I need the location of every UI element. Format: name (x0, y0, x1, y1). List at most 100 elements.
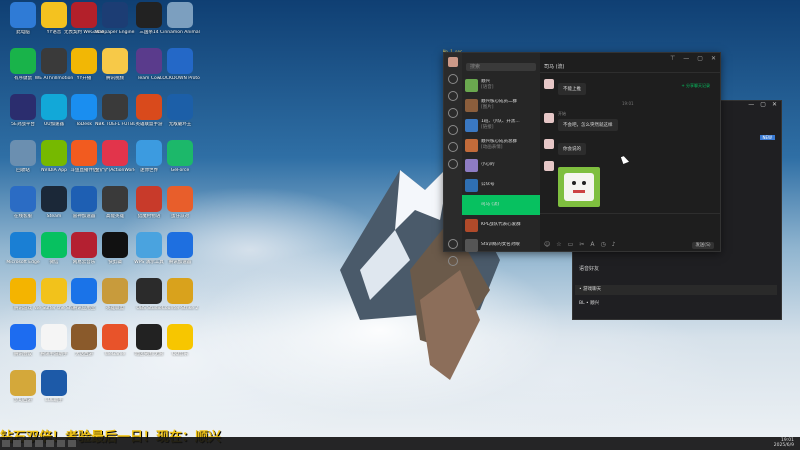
desktop-icon[interactable]: Counter-Strike 2 (160, 278, 200, 311)
app-icon (102, 186, 128, 212)
moments-icon[interactable] (448, 142, 458, 152)
system-clock[interactable]: 19:01 2025/6/9 (774, 438, 794, 448)
contact-text: 顺兴核心成员总群 [动画表情] (481, 139, 517, 151)
contact-avatar (465, 238, 478, 252)
minimize-icon[interactable]: — (748, 101, 754, 111)
minimize-icon[interactable]: — (683, 55, 689, 62)
sender-avatar[interactable] (544, 139, 554, 149)
contact-text: 顺兴 [语音] (481, 79, 494, 91)
app-icon (10, 278, 36, 304)
desktop-icon[interactable]: QQ音乐 (160, 324, 200, 357)
app-icon (102, 324, 128, 350)
desktop-icon[interactable]: 无敌破坏王 (160, 94, 200, 127)
desktop-icon[interactable]: Cinnamon Animals Together (160, 2, 200, 35)
pinned-app-icon[interactable] (57, 440, 65, 447)
favorite-icon[interactable]: ☆ (556, 241, 561, 248)
section-title: 语音好友 (579, 266, 600, 272)
sender-avatar[interactable] (544, 113, 554, 123)
sticker-image[interactable] (558, 167, 600, 207)
emoji-icon[interactable]: ☺ (544, 241, 550, 248)
contact-name: 司马 (流) (481, 202, 500, 207)
desktop-icon-label: 蛋仔派对 (171, 214, 189, 219)
desktop-icon-label: 腾讯加速器 (168, 260, 192, 265)
search-icon[interactable] (13, 440, 21, 447)
contact-list-item[interactable]: Sfa训练的女名对眼 (462, 235, 540, 255)
taskbar-apps (2, 440, 76, 447)
pinned-app-icon[interactable] (35, 440, 43, 447)
voice-icon[interactable]: ♪ (612, 241, 616, 248)
app-icon (136, 232, 162, 258)
clock-date: 2025/6/9 (773, 443, 794, 448)
desktop-icon-label: Cinnamon Animals Together (160, 30, 200, 35)
maximize-icon[interactable]: ▢ (760, 101, 766, 111)
pin-icon[interactable]: ⊤ (670, 55, 675, 62)
search-input[interactable]: 搜索 (466, 63, 536, 71)
app-icon (167, 278, 193, 304)
scissors-icon[interactable]: ✂ (579, 241, 584, 248)
app-icon (10, 186, 36, 212)
contact-avatar (465, 138, 478, 152)
favorites-icon[interactable] (448, 108, 458, 118)
start-icon[interactable] (2, 440, 10, 447)
desktop-icon[interactable]: 腾讯加速器 (160, 232, 200, 265)
conversation-pane: ⊤ — ▢ ✕ 司马 (流) + 分享聊天记录 19:01 不能上推 开始 不会… (540, 53, 720, 251)
app-icon (71, 324, 97, 350)
app-icon (136, 48, 162, 74)
phone-icon[interactable] (448, 239, 458, 249)
contact-list-item[interactable]: KPL战队代表心爱群 (462, 215, 540, 235)
share-record-link[interactable]: + 分享聊天记录 (681, 83, 710, 89)
app-icon (136, 278, 162, 304)
app-icon (167, 232, 193, 258)
panel-item[interactable]: BL • 顺兴 (579, 298, 759, 310)
contact-avatar (465, 118, 478, 132)
pinned-app-icon[interactable] (68, 440, 76, 447)
menu-icon[interactable] (448, 256, 458, 266)
panel-title[interactable]: • 游戏聊天 (575, 285, 777, 295)
sender-avatar[interactable] (544, 79, 554, 89)
app-icon (10, 232, 36, 258)
chat-history-icon[interactable]: ◷ (600, 241, 605, 248)
desktop-icon[interactable]: LOL助手 (34, 370, 74, 403)
taskbar: 19:01 2025/6/9 (0, 437, 800, 450)
contact-list-item[interactable]: 司马 (流) (462, 195, 540, 215)
app-icon (102, 2, 128, 28)
chat-icon[interactable] (448, 74, 458, 84)
contacts-icon[interactable] (448, 91, 458, 101)
contact-name: 公众号 (481, 182, 495, 187)
message-bubble: 你会说的 (558, 143, 586, 155)
desktop-icon[interactable]: 蛋仔派对 (160, 186, 200, 219)
contact-list-item[interactable]: 顺兴核心成员二群 [图片] (462, 95, 540, 115)
app-icon (71, 140, 97, 166)
app-icon (167, 140, 193, 166)
task-view-icon[interactable] (24, 440, 32, 447)
contact-list-item[interactable]: 1班、小队、开黑... [链接] (462, 115, 540, 135)
pinned-app-icon[interactable] (46, 440, 54, 447)
folder-icon[interactable]: ▭ (568, 241, 574, 248)
contact-list-item[interactable]: 顺兴 [语音] (462, 75, 540, 95)
font-icon[interactable]: A (590, 241, 594, 248)
maximize-icon[interactable]: ▢ (697, 55, 703, 62)
app-icon (167, 186, 193, 212)
app-icon (102, 48, 128, 74)
contact-list-item[interactable]: 公众号 (462, 175, 540, 195)
mini-program-icon[interactable] (448, 159, 458, 169)
contact-avatar (465, 98, 478, 112)
wechat-window[interactable]: 搜索 顺兴 [语音] 顺兴核心成员二群 [图片] 1班、小队、开黑... [链接] 顺兴核心… (443, 52, 721, 266)
sender-avatar[interactable] (544, 161, 554, 171)
close-icon[interactable]: ✕ (772, 101, 777, 111)
desktop-icon[interactable]: LOCKDOWN Protocol (160, 48, 200, 81)
contact-preview: [动画表情] (481, 145, 503, 150)
desktop-icon[interactable]: GeForce (160, 140, 200, 173)
app-icon (102, 140, 128, 166)
close-icon[interactable]: ✕ (711, 55, 716, 62)
cartoon-sticker-icon (564, 173, 594, 201)
message-input-area[interactable]: ☺ ☆ ▭ ✂ A ◷ ♪ 发送(S) (540, 213, 720, 252)
files-icon[interactable] (448, 125, 458, 135)
app-icon (10, 140, 36, 166)
contact-list-item[interactable]: 小心的 (462, 155, 540, 175)
contact-list-item[interactable]: 顺兴核心成员总群 [动画表情] (462, 135, 540, 155)
avatar[interactable] (448, 57, 458, 67)
send-button[interactable]: 发送(S) (692, 242, 714, 249)
contact-text: 小心的 (481, 162, 495, 168)
message-bubble: 不能上推 (558, 83, 586, 95)
